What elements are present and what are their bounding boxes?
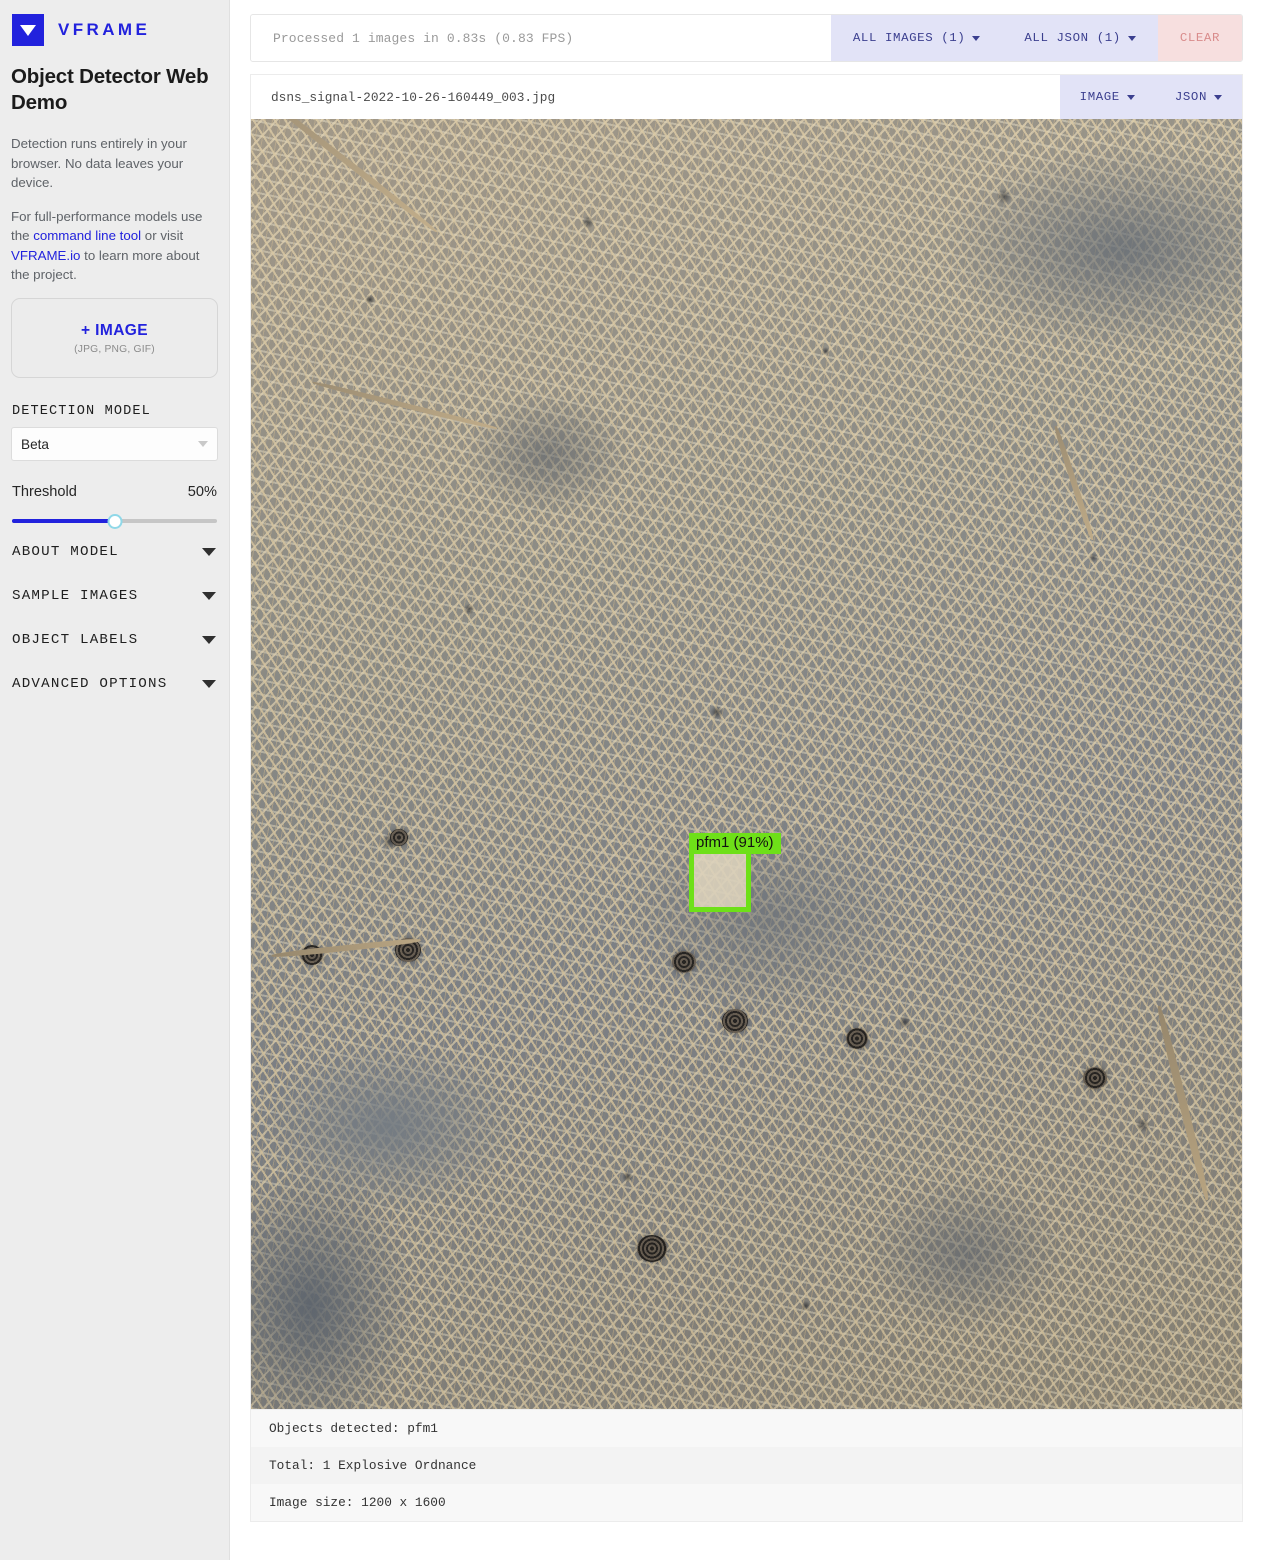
detection-model-label: DETECTION MODEL [12, 404, 151, 420]
add-image-button[interactable]: + IMAGE (JPG, PNG, GIF) [11, 298, 218, 379]
detection-model-value: Beta [21, 436, 49, 452]
chevron-down-icon [202, 592, 216, 601]
total-row: Total: 1 Explosive Ordnance [251, 1447, 1242, 1484]
chevron-down-icon [1126, 94, 1135, 100]
processing-status: Processed 1 images in 0.83s (0.83 FPS) [273, 30, 574, 46]
brand-name: VFRAME [58, 20, 151, 39]
chevron-down-icon [202, 680, 216, 689]
brand-logo[interactable]: VFRAME [12, 14, 218, 46]
threshold-value: 50% [187, 484, 217, 501]
download-json-button[interactable]: JSON [1154, 75, 1242, 119]
add-image-hint: (JPG, PNG, GIF) [74, 343, 155, 355]
chevron-down-icon [1214, 94, 1222, 100]
chevron-down-icon [202, 548, 216, 557]
detected-object [694, 854, 747, 908]
page-title: Object Detector Web Demo [11, 65, 209, 115]
project-info: For full-performance models use the comm… [11, 207, 218, 285]
threshold-row: Threshold 50% [12, 484, 217, 500]
detection-image[interactable]: pfm1 (91%) [251, 119, 1242, 1409]
detection-label: pfm1 (91%) [689, 832, 781, 855]
main-panel: Processed 1 images in 0.83s (0.83 FPS) A… [230, 0, 1265, 1560]
chevron-down-icon [1127, 35, 1136, 41]
threshold-label: Threshold [12, 484, 77, 501]
file-bar: dsns_signal-2022-10-26-160449_003.jpg IM… [251, 75, 1242, 119]
info-mid: or visit [141, 228, 184, 244]
image-size-row: Image size: 1200 x 1600 [251, 1484, 1242, 1521]
vframe-io-link[interactable]: VFRAME.io [11, 248, 80, 263]
detection-summary: Objects detected: pfm1 Total: 1 Explosiv… [251, 1409, 1242, 1521]
advanced-options-label: ADVANCED OPTIONS [12, 676, 168, 693]
privacy-note: Detection runs entirely in your browser.… [11, 136, 187, 191]
all-images-button[interactable]: ALL IMAGES (1) [830, 15, 1003, 61]
sidebar-item-advanced-options[interactable]: ADVANCED OPTIONS [11, 662, 218, 706]
all-json-button[interactable]: ALL JSON (1) [1002, 15, 1158, 61]
result-card: dsns_signal-2022-10-26-160449_003.jpg IM… [250, 74, 1243, 1522]
triangle-down-icon [12, 14, 44, 46]
detection-model-select[interactable]: Beta [11, 427, 218, 462]
threshold-slider[interactable] [12, 512, 217, 530]
results-toolbar: Processed 1 images in 0.83s (0.83 FPS) A… [250, 14, 1243, 62]
app-root: VFRAME Object Detector Web Demo Detectio… [0, 0, 1265, 1560]
about-model-label: ABOUT MODEL [12, 544, 119, 561]
chevron-down-icon [972, 35, 981, 41]
slider-thumb[interactable] [107, 514, 122, 530]
json-button-label: JSON [1174, 90, 1207, 104]
sidebar-item-sample-images[interactable]: SAMPLE IMAGES [11, 574, 218, 618]
chevron-down-icon [202, 636, 216, 645]
objects-detected-row: Objects detected: pfm1 [251, 1410, 1242, 1447]
all-images-label: ALL IMAGES (1) [852, 31, 966, 45]
chevron-down-icon [198, 441, 208, 448]
add-image-label: + IMAGE [81, 321, 148, 339]
object-labels-label: OBJECT LABELS [12, 632, 139, 649]
sidebar: VFRAME Object Detector Web Demo Detectio… [0, 0, 230, 1560]
photo-overlay [251, 119, 1242, 1409]
detection-bounding-box[interactable]: pfm1 (91%) [689, 832, 781, 913]
sidebar-item-object-labels[interactable]: OBJECT LABELS [11, 618, 218, 662]
sidebar-item-about-model[interactable]: ABOUT MODEL [11, 530, 218, 574]
sample-images-label: SAMPLE IMAGES [12, 588, 139, 605]
download-image-button[interactable]: IMAGE [1059, 75, 1155, 119]
command-line-tool-link[interactable]: command line tool [33, 228, 141, 243]
all-json-label: ALL JSON (1) [1024, 31, 1121, 45]
image-button-label: IMAGE [1079, 90, 1120, 104]
file-name: dsns_signal-2022-10-26-160449_003.jpg [271, 89, 556, 105]
clear-button[interactable]: CLEAR [1157, 15, 1242, 61]
slider-fill [12, 519, 115, 524]
